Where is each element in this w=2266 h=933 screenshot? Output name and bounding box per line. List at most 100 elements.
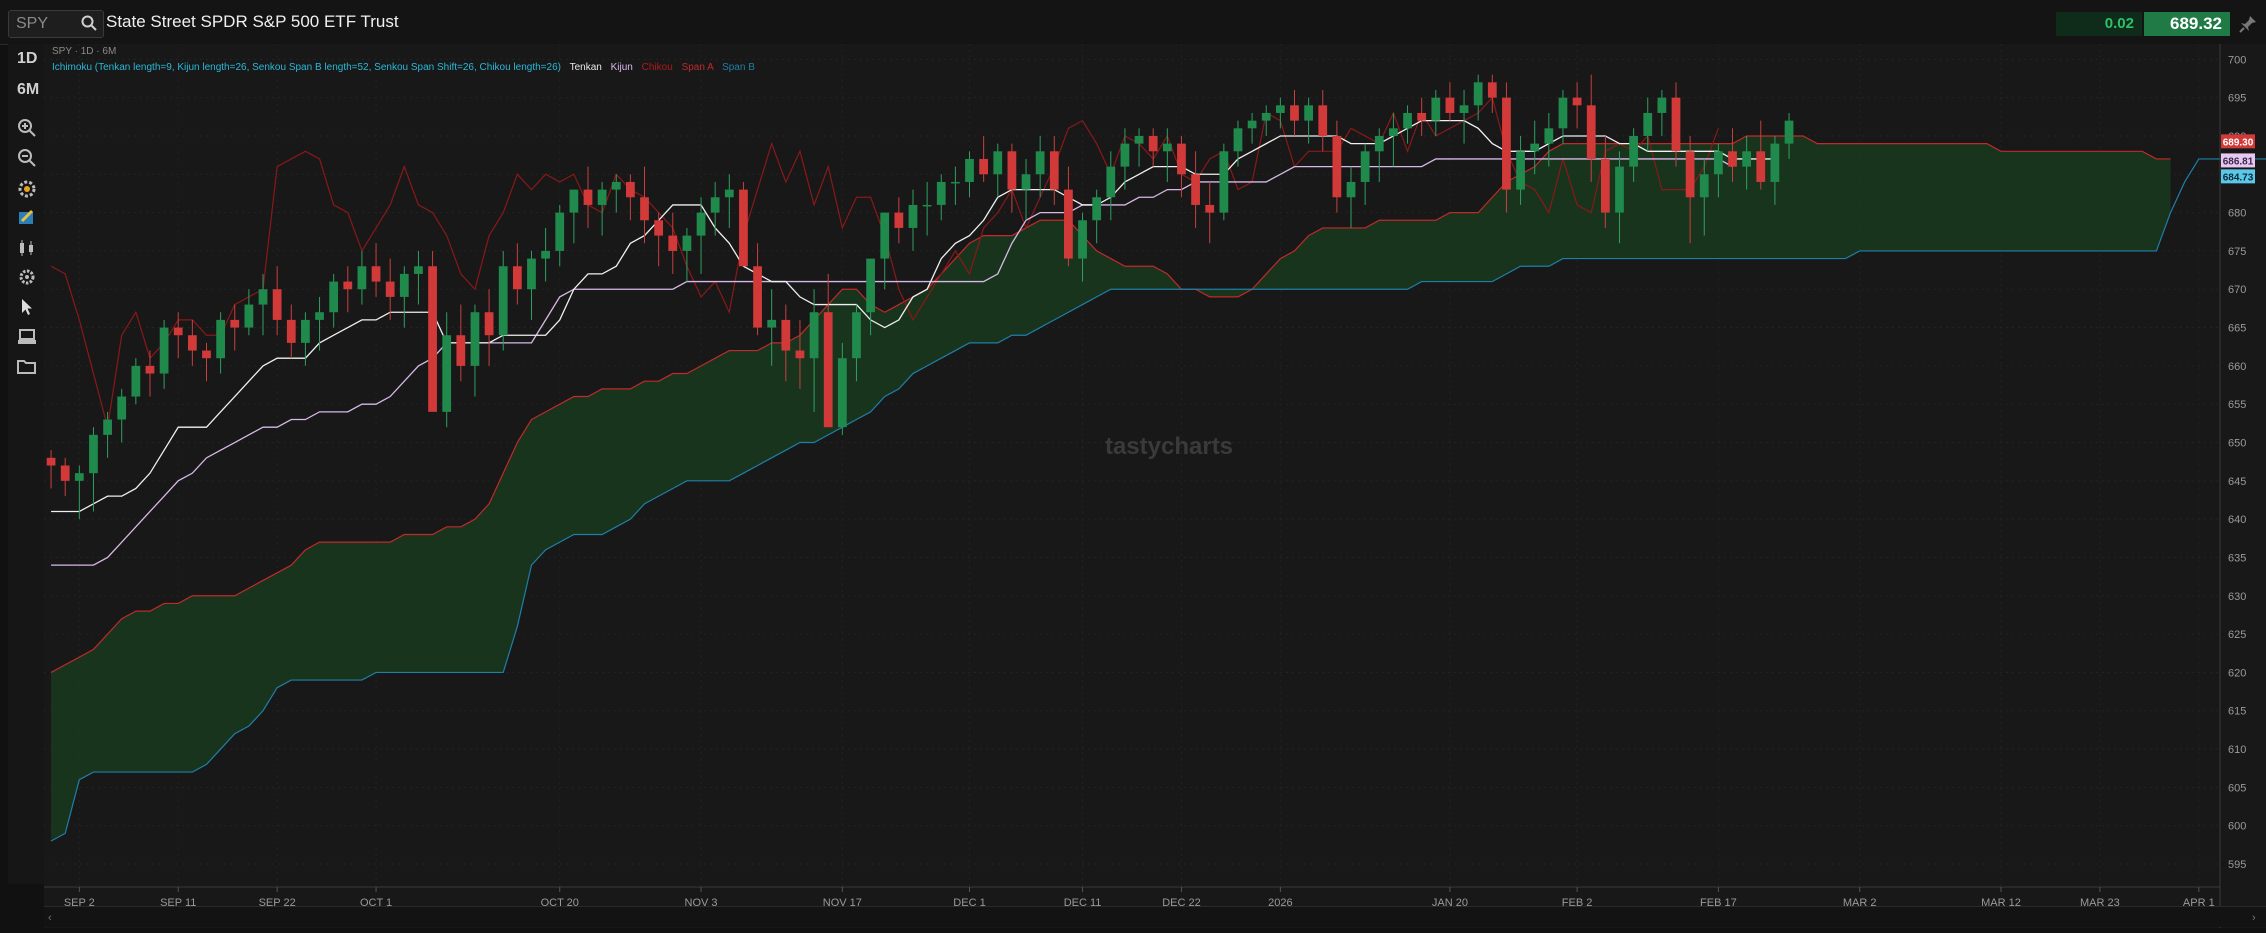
candle (103, 411, 112, 458)
legend-span-b: Span B (722, 62, 755, 73)
candle (145, 350, 155, 397)
timeframe-1d-button[interactable]: 1D (17, 50, 37, 68)
range-6m-button[interactable]: 6M (17, 81, 39, 99)
layout-icon[interactable] (16, 326, 38, 348)
candle-body (837, 358, 847, 428)
scroll-left-icon[interactable]: ‹ (48, 912, 52, 924)
price-tag: 686.81 (2221, 153, 2255, 168)
candle-body (371, 266, 381, 282)
candle-body (1629, 135, 1638, 167)
studies-icon[interactable] (16, 178, 38, 200)
candle-body (781, 319, 791, 351)
candle (894, 197, 904, 244)
candle-body (1657, 97, 1667, 113)
candle-body (103, 419, 112, 435)
candle-body (1162, 143, 1172, 152)
candle-body (456, 335, 466, 366)
candle-body (1445, 97, 1455, 113)
candle (159, 319, 169, 389)
candle (908, 189, 918, 251)
candle-body (1064, 189, 1073, 259)
ichimoku-cloud (51, 135, 2171, 842)
settings-icon[interactable] (16, 266, 38, 288)
candle (1191, 151, 1200, 228)
candle-body (767, 319, 777, 328)
symbol-input[interactable]: SPY (8, 10, 104, 38)
candle (244, 289, 254, 336)
candle (1261, 105, 1271, 136)
candle-body (979, 158, 989, 175)
candle-body (1530, 143, 1540, 152)
candle (965, 151, 974, 198)
candle-body (1572, 97, 1582, 106)
y-tick-label: 625 (2228, 629, 2246, 641)
study-label[interactable]: Ichimoku (Tenkan length=9, Kijun length=… (52, 62, 755, 73)
chart-scrollbar[interactable]: ‹ › (44, 906, 2266, 927)
candle-body (1417, 112, 1427, 121)
candle (385, 258, 395, 320)
candle-body (74, 473, 84, 481)
candle-body (1148, 135, 1158, 152)
candle (1275, 97, 1285, 129)
price-tag-label: 686.81 (2223, 156, 2254, 167)
candle-body (1078, 220, 1087, 259)
candle-body (965, 158, 974, 182)
drawing-icon[interactable] (16, 207, 38, 229)
y-tick-label: 665 (2228, 323, 2246, 335)
candle-body (1304, 105, 1314, 121)
candle-body (1247, 120, 1257, 129)
y-tick-label: 680 (2228, 208, 2246, 220)
candle-body (1106, 166, 1116, 198)
candle (456, 304, 466, 382)
candle-body (908, 204, 918, 228)
candle-body (1346, 181, 1356, 198)
candle-body (1699, 174, 1709, 198)
pin-icon[interactable] (2238, 14, 2258, 34)
candle-body (1586, 105, 1596, 159)
candle-body (1360, 151, 1370, 182)
candle-body (569, 189, 579, 213)
scroll-right-icon[interactable]: › (2252, 912, 2256, 924)
symbol-input-value[interactable]: SPY (16, 15, 48, 33)
candle (60, 457, 70, 497)
candle (286, 304, 296, 359)
candle-body (498, 266, 508, 336)
candle-body (315, 312, 324, 320)
candle (1657, 89, 1667, 136)
candle-body (1714, 151, 1723, 175)
candle-body (216, 319, 226, 359)
candle-body (527, 258, 536, 290)
watermark: tastycharts (1105, 433, 1233, 460)
y-tick-label: 700 (2228, 54, 2246, 66)
candle-body (357, 266, 367, 290)
candle (922, 181, 932, 236)
candle-body (1459, 105, 1469, 113)
search-icon[interactable] (80, 14, 98, 32)
candle (329, 273, 339, 328)
candle-body (950, 181, 960, 184)
price-tag-label: 684.73 (2223, 172, 2254, 183)
candle (541, 227, 550, 282)
candle (1148, 128, 1158, 167)
candle-body (880, 212, 890, 259)
candle (442, 312, 452, 428)
candle (950, 166, 960, 205)
y-tick-label: 595 (2228, 859, 2246, 871)
zoom-out-icon[interactable] (16, 147, 38, 169)
price-chart[interactable]: 595 600 605 610 615 620 625 630 635 640 645 650 655 6… (44, 44, 2266, 928)
candle (1233, 120, 1243, 167)
y-tick-label: 615 (2228, 706, 2246, 718)
zoom-in-icon[interactable] (16, 117, 38, 139)
candle-body (1134, 135, 1144, 144)
candle-body (1092, 197, 1102, 221)
candle-body (1685, 151, 1695, 198)
cursor-icon[interactable] (16, 296, 38, 318)
chart-area[interactable]: 595 600 605 610 615 620 625 630 635 640 645 650 655 6… (44, 44, 2266, 928)
price-tag: 689.30 (2221, 134, 2255, 149)
folder-icon[interactable] (16, 356, 38, 378)
chart-type-icon[interactable] (16, 237, 38, 259)
y-tick-label: 645 (2228, 476, 2246, 488)
candle (89, 427, 98, 512)
candle-body (230, 319, 240, 328)
candle (173, 312, 183, 359)
